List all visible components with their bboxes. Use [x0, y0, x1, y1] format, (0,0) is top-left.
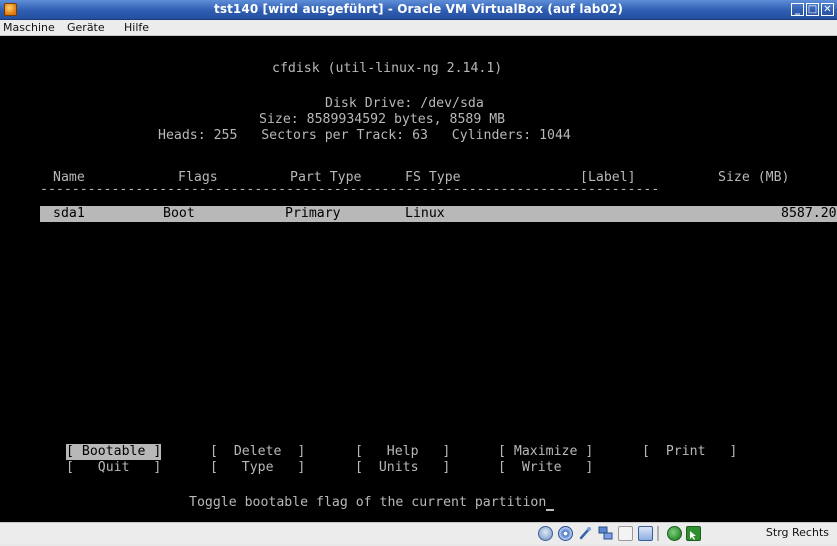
network-glyph — [598, 526, 613, 540]
program-header: cfdisk (util-linux-ng 2.14.1) — [272, 61, 503, 76]
menubar: Maschine Geräte Hilfe — [0, 20, 837, 36]
delete-button[interactable]: [ Delete ] — [210, 444, 305, 460]
host-key-label: Strg Rechts — [765, 526, 829, 539]
shared-folder-icon[interactable] — [618, 526, 633, 541]
partition-name: sda1 — [53, 206, 85, 221]
cd-drive-icon[interactable] — [558, 526, 573, 541]
virtualization-icon[interactable] — [667, 526, 682, 541]
usb-glyph — [579, 527, 591, 540]
partition-row[interactable]: sda1 Boot Primary Linux 8587.20 — [40, 206, 837, 222]
window-titlebar[interactable]: tst140 [wird ausgeführt] - Oracle VM Vir… — [0, 0, 837, 20]
help-button[interactable]: [ Help ] — [355, 444, 450, 460]
window-title: tst140 [wird ausgeführt] - Oracle VM Vir… — [214, 2, 623, 16]
hint-text: Toggle bootable flag of the current part… — [189, 495, 555, 511]
hint-label: Toggle bootable flag of the current part… — [189, 495, 547, 510]
write-button[interactable]: [ Write ] — [498, 460, 593, 476]
close-button[interactable]: ✕ — [821, 3, 834, 16]
disk-drive-line: Disk Drive: /dev/sda — [325, 96, 484, 111]
menu-geraete[interactable]: Geräte — [67, 21, 105, 34]
partition-size: 8587.20 — [781, 206, 837, 221]
disk-geometry-line: Heads: 255 Sectors per Track: 63 Cylinde… — [158, 128, 571, 143]
mouse-integration-icon[interactable] — [686, 526, 701, 541]
units-button[interactable]: [ Units ] — [355, 460, 450, 476]
statusbar: Strg Rechts — [0, 522, 837, 544]
statusbar-divider — [657, 526, 659, 541]
menu-maschine[interactable]: Maschine — [3, 21, 55, 34]
header-separator: ----------------------------------------… — [40, 182, 660, 197]
usb-icon[interactable] — [578, 526, 593, 541]
maximize-button[interactable]: □ — [806, 3, 819, 16]
bootable-button[interactable]: [ Bootable ] — [66, 444, 162, 460]
network-icon[interactable] — [598, 526, 613, 541]
maximize-action-button[interactable]: [ Maximize ] — [498, 444, 593, 460]
menu-hilfe[interactable]: Hilfe — [124, 21, 149, 34]
arrow-glyph — [690, 531, 696, 540]
type-button[interactable]: [ Type ] — [210, 460, 305, 476]
text-cursor — [546, 509, 555, 511]
partition-flags: Boot — [163, 206, 195, 221]
disk-size-line: Size: 8589934592 bytes, 8589 MB — [259, 112, 506, 127]
quit-button[interactable]: [ Quit ] — [66, 460, 161, 476]
partition-fs-type: Linux — [405, 206, 445, 221]
minimize-button[interactable]: _ — [791, 3, 804, 16]
vm-screen[interactable]: cfdisk (util-linux-ng 2.14.1) Disk Drive… — [0, 36, 837, 522]
display-icon[interactable] — [638, 526, 653, 541]
print-button[interactable]: [ Print ] — [642, 444, 737, 460]
partition-type: Primary — [285, 206, 341, 221]
hard-disk-icon[interactable] — [538, 526, 553, 541]
